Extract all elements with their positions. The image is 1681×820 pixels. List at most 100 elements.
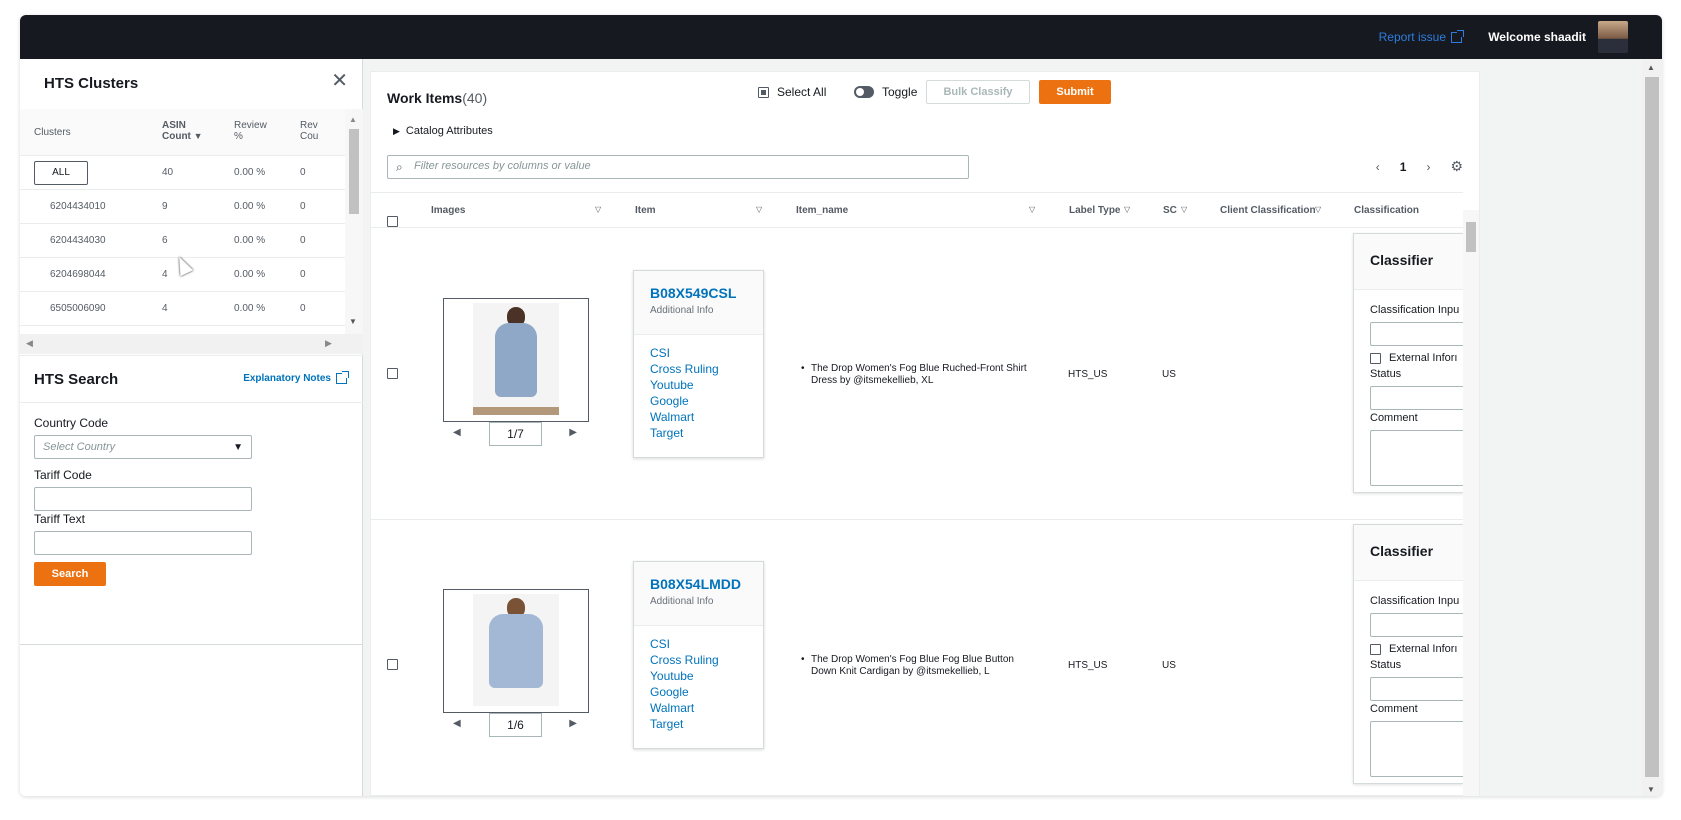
window-vertical-scrollbar[interactable]: ▲ ▼	[1642, 59, 1662, 796]
catalog-attributes-expander[interactable]: ▶ Catalog Attributes	[393, 125, 493, 137]
table-vertical-scrollbar[interactable]	[1463, 210, 1479, 796]
col-images[interactable]: Images	[431, 205, 465, 216]
col-classification[interactable]: Classification	[1354, 205, 1419, 216]
col-review-count[interactable]: Rev Cou	[300, 120, 330, 142]
prev-image-icon[interactable]: ◀	[453, 718, 461, 729]
cluster-row[interactable]: 6204434010 9 0.00 % 0	[20, 190, 345, 224]
col-client-classification[interactable]: Client Classification	[1220, 205, 1316, 216]
scroll-up-icon[interactable]: ▲	[349, 115, 357, 124]
col-review-percent[interactable]: Review %	[234, 120, 274, 142]
row-checkbox[interactable]	[387, 659, 398, 670]
model-cardigan-shape	[489, 614, 543, 688]
link-cross-ruling[interactable]: Cross Ruling	[650, 361, 747, 377]
image-carousel-nav: ◀ 1/7 ▶	[443, 422, 589, 446]
link-target[interactable]: Target	[650, 425, 747, 441]
next-page-icon[interactable]: ›	[1426, 160, 1430, 174]
cluster-row[interactable]: 6204434030 6 0.00 % 0	[20, 224, 345, 258]
filter-input[interactable]: ⌕ Filter resources by columns or value	[387, 155, 969, 179]
explanatory-notes-link[interactable]: Explanatory Notes	[243, 371, 349, 384]
col-item-name[interactable]: Item_name	[796, 205, 848, 216]
link-google[interactable]: Google	[650, 393, 747, 409]
cluster-id[interactable]: 6204698044	[50, 269, 106, 280]
scroll-up-icon[interactable]: ▲	[1647, 63, 1655, 72]
current-page[interactable]: 1	[1400, 160, 1407, 174]
prev-image-icon[interactable]: ◀	[453, 427, 461, 438]
external-info-checkbox[interactable]: External Inforı	[1370, 643, 1457, 655]
item-name: The Drop Women's Fog Blue Ruched-Front S…	[801, 363, 1041, 387]
user-avatar[interactable]	[1598, 21, 1628, 53]
checkbox-icon[interactable]	[387, 216, 398, 227]
all-clusters-button[interactable]: ALL	[34, 161, 88, 185]
scroll-left-icon[interactable]: ◀	[26, 338, 33, 349]
settings-gear-icon[interactable]: ⚙	[1450, 158, 1463, 175]
additional-info-label: Additional Info	[650, 596, 714, 607]
checkbox-icon[interactable]	[758, 86, 769, 98]
cluster-id[interactable]: 6204434030	[50, 235, 106, 246]
col-sc[interactable]: SC	[1163, 205, 1177, 216]
scroll-down-icon[interactable]: ▼	[349, 317, 357, 326]
row-checkbox[interactable]	[387, 368, 398, 379]
search-button[interactable]: Search	[34, 562, 106, 586]
filter-caret-icon[interactable]: ▽	[756, 205, 762, 214]
classification-input[interactable]	[1370, 322, 1463, 346]
external-info-checkbox[interactable]: External Inforı	[1370, 352, 1457, 364]
link-csi[interactable]: CSI	[650, 345, 747, 361]
link-target[interactable]: Target	[650, 716, 747, 732]
classification-input[interactable]	[1370, 613, 1463, 637]
link-youtube[interactable]: Youtube	[650, 668, 747, 684]
clusters-vertical-scrollbar[interactable]: ▲ ▼	[345, 109, 363, 334]
link-youtube[interactable]: Youtube	[650, 377, 747, 393]
toggle-switch[interactable]: Toggle	[854, 85, 917, 99]
scrollbar-thumb[interactable]	[1645, 77, 1659, 777]
cluster-id[interactable]: 6505006090	[50, 303, 106, 314]
filter-caret-icon[interactable]: ▽	[1124, 205, 1130, 214]
col-label-type[interactable]: Label Type	[1069, 205, 1121, 216]
asin-link[interactable]: B08X54LMDD	[650, 576, 747, 592]
product-image-frame[interactable]	[443, 298, 589, 422]
asin-link[interactable]: B08X549CSL	[650, 285, 747, 301]
comment-textarea[interactable]	[1370, 721, 1463, 777]
report-issue-label: Report issue	[1378, 30, 1446, 44]
report-issue-link[interactable]: Report issue	[1378, 29, 1464, 44]
tariff-code-input[interactable]	[34, 487, 252, 511]
prev-page-icon[interactable]: ‹	[1376, 160, 1380, 174]
country-select[interactable]: Select Country ▼	[34, 435, 252, 459]
close-icon[interactable]: ✕	[331, 71, 348, 91]
toggle-icon[interactable]	[854, 86, 874, 98]
status-input[interactable]	[1370, 386, 1463, 410]
status-input[interactable]	[1370, 677, 1463, 701]
clusters-title: HTS Clusters	[44, 75, 139, 92]
work-items-panel: Work Items(40) Select All Toggle Bulk Cl…	[370, 71, 1480, 796]
link-csi[interactable]: CSI	[650, 636, 747, 652]
link-cross-ruling[interactable]: Cross Ruling	[650, 652, 747, 668]
next-image-icon[interactable]: ▶	[569, 718, 577, 729]
scroll-down-icon[interactable]: ▼	[1647, 785, 1655, 794]
scrollbar-thumb[interactable]	[349, 129, 359, 214]
col-clusters[interactable]: Clusters	[34, 127, 71, 138]
cluster-id[interactable]: 6204434010	[50, 201, 106, 212]
cluster-row-all[interactable]: ALL 40 0.00 % 0	[20, 156, 345, 190]
col-asin-count[interactable]: ASIN Count ▼	[162, 120, 206, 142]
scroll-right-icon[interactable]: ▶	[325, 338, 332, 349]
clusters-horizontal-scrollbar[interactable]: ◀ ▶	[20, 334, 363, 354]
filter-caret-icon[interactable]: ▽	[1029, 205, 1035, 214]
checkbox-icon[interactable]	[1370, 352, 1381, 364]
col-item[interactable]: Item	[635, 205, 656, 216]
submit-button[interactable]: Submit	[1039, 80, 1111, 104]
scrollbar-thumb[interactable]	[1466, 222, 1476, 252]
checkbox-icon[interactable]	[1370, 643, 1381, 655]
filter-caret-icon[interactable]: ▽	[1181, 205, 1187, 214]
link-walmart[interactable]: Walmart	[650, 409, 747, 425]
link-walmart[interactable]: Walmart	[650, 700, 747, 716]
filter-caret-icon[interactable]: ▽	[1315, 205, 1321, 214]
bulk-classify-button[interactable]: Bulk Classify	[926, 80, 1030, 104]
comment-textarea[interactable]	[1370, 430, 1463, 486]
select-all-checkbox[interactable]: Select All	[758, 85, 826, 99]
work-items-count: (40)	[462, 90, 488, 106]
next-image-icon[interactable]: ▶	[569, 427, 577, 438]
tariff-text-input[interactable]	[34, 531, 252, 555]
cluster-row[interactable]: 6505006090 4 0.00 % 0	[20, 292, 345, 326]
filter-caret-icon[interactable]: ▽	[595, 205, 601, 214]
product-image-frame[interactable]	[443, 589, 589, 713]
link-google[interactable]: Google	[650, 684, 747, 700]
